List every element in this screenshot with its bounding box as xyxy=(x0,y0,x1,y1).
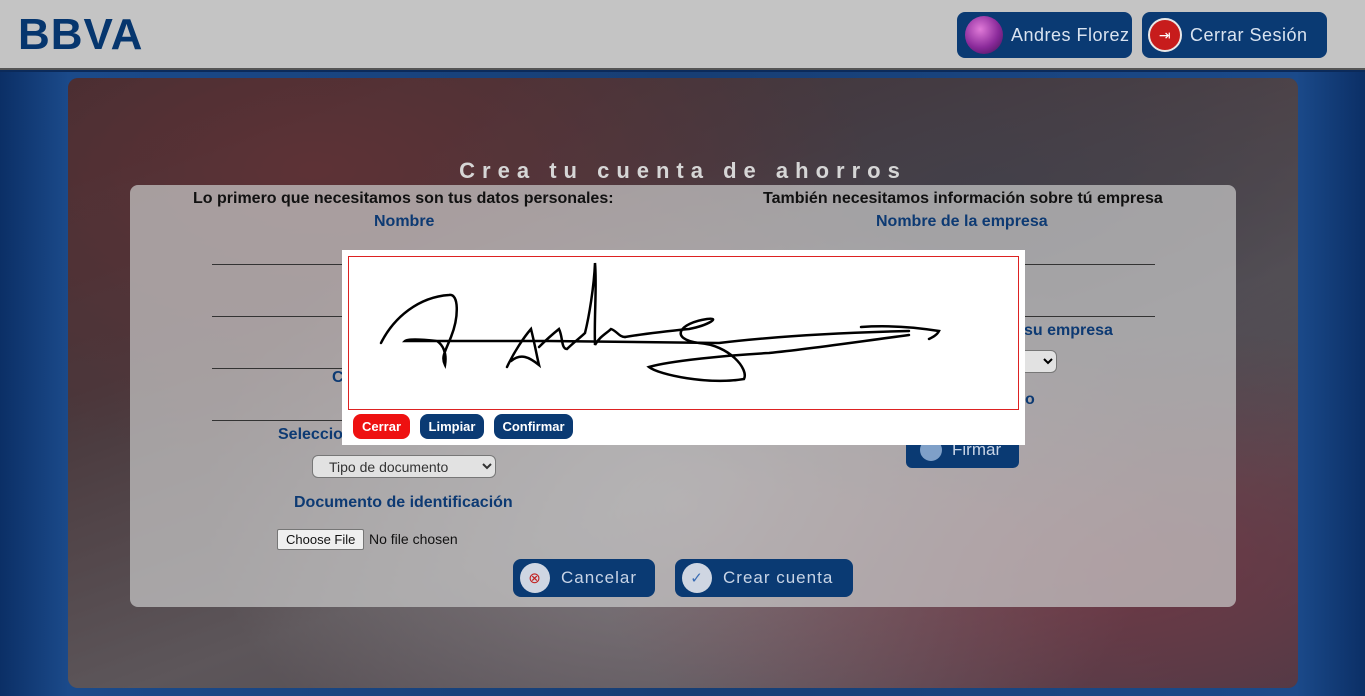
cancel-button[interactable]: ⊗ Cancelar xyxy=(513,559,655,597)
logout-label: Cerrar Sesión xyxy=(1190,24,1308,45)
input-line-4[interactable] xyxy=(212,420,342,421)
create-account-button[interactable]: ✓ Crear cuenta xyxy=(675,559,853,597)
company-data-title: También necesitamos información sobre tú… xyxy=(763,190,1163,207)
bbva-logo[interactable]: BBVA xyxy=(18,10,143,60)
signature-modal: Cerrar Limpiar Confirmar xyxy=(342,250,1025,445)
page-title: Crea tu cuenta de ahorros xyxy=(459,158,907,183)
modal-close-button[interactable]: Cerrar xyxy=(353,414,410,439)
doc-label: Documento de identificación xyxy=(294,494,513,511)
company-name-label: Nombre de la empresa xyxy=(876,213,1048,230)
x-circle-icon: ⊗ xyxy=(520,563,550,593)
input-line-3[interactable] xyxy=(212,368,342,369)
signature-drawing xyxy=(379,262,941,383)
top-header: BBVA Andres Florez ⇥ Cerrar Sesión xyxy=(0,0,1365,70)
signature-canvas[interactable] xyxy=(348,256,1019,410)
name-label: Nombre xyxy=(374,213,435,230)
company-input-line-2[interactable] xyxy=(1025,316,1155,317)
avatar xyxy=(965,16,1003,54)
file-status: No file chosen xyxy=(369,531,458,547)
user-profile-button[interactable]: Andres Florez xyxy=(957,12,1132,58)
modal-clear-button[interactable]: Limpiar xyxy=(420,414,484,439)
name-input-line[interactable] xyxy=(212,264,342,265)
doc-type-select[interactable]: Tipo de documento xyxy=(312,455,496,478)
partial-label-o: o xyxy=(1025,391,1035,408)
user-name: Andres Florez xyxy=(1011,24,1130,45)
personal-data-title: Lo primero que necesitamos son tus datos… xyxy=(193,190,614,207)
check-circle-icon: ✓ xyxy=(682,563,712,593)
modal-confirm-button[interactable]: Confirmar xyxy=(494,414,573,439)
create-label: Crear cuenta xyxy=(723,568,834,587)
company-name-input-line[interactable] xyxy=(1025,264,1155,265)
logout-icon: ⇥ xyxy=(1148,18,1182,52)
company-partial-label: su empresa xyxy=(1024,322,1113,339)
doc-type-prompt: Seleccio xyxy=(278,426,343,443)
input-line-2[interactable] xyxy=(212,316,342,317)
choose-file-button[interactable]: Choose File xyxy=(277,529,365,550)
logout-button[interactable]: ⇥ Cerrar Sesión xyxy=(1142,12,1327,58)
cancel-label: Cancelar xyxy=(561,568,638,587)
